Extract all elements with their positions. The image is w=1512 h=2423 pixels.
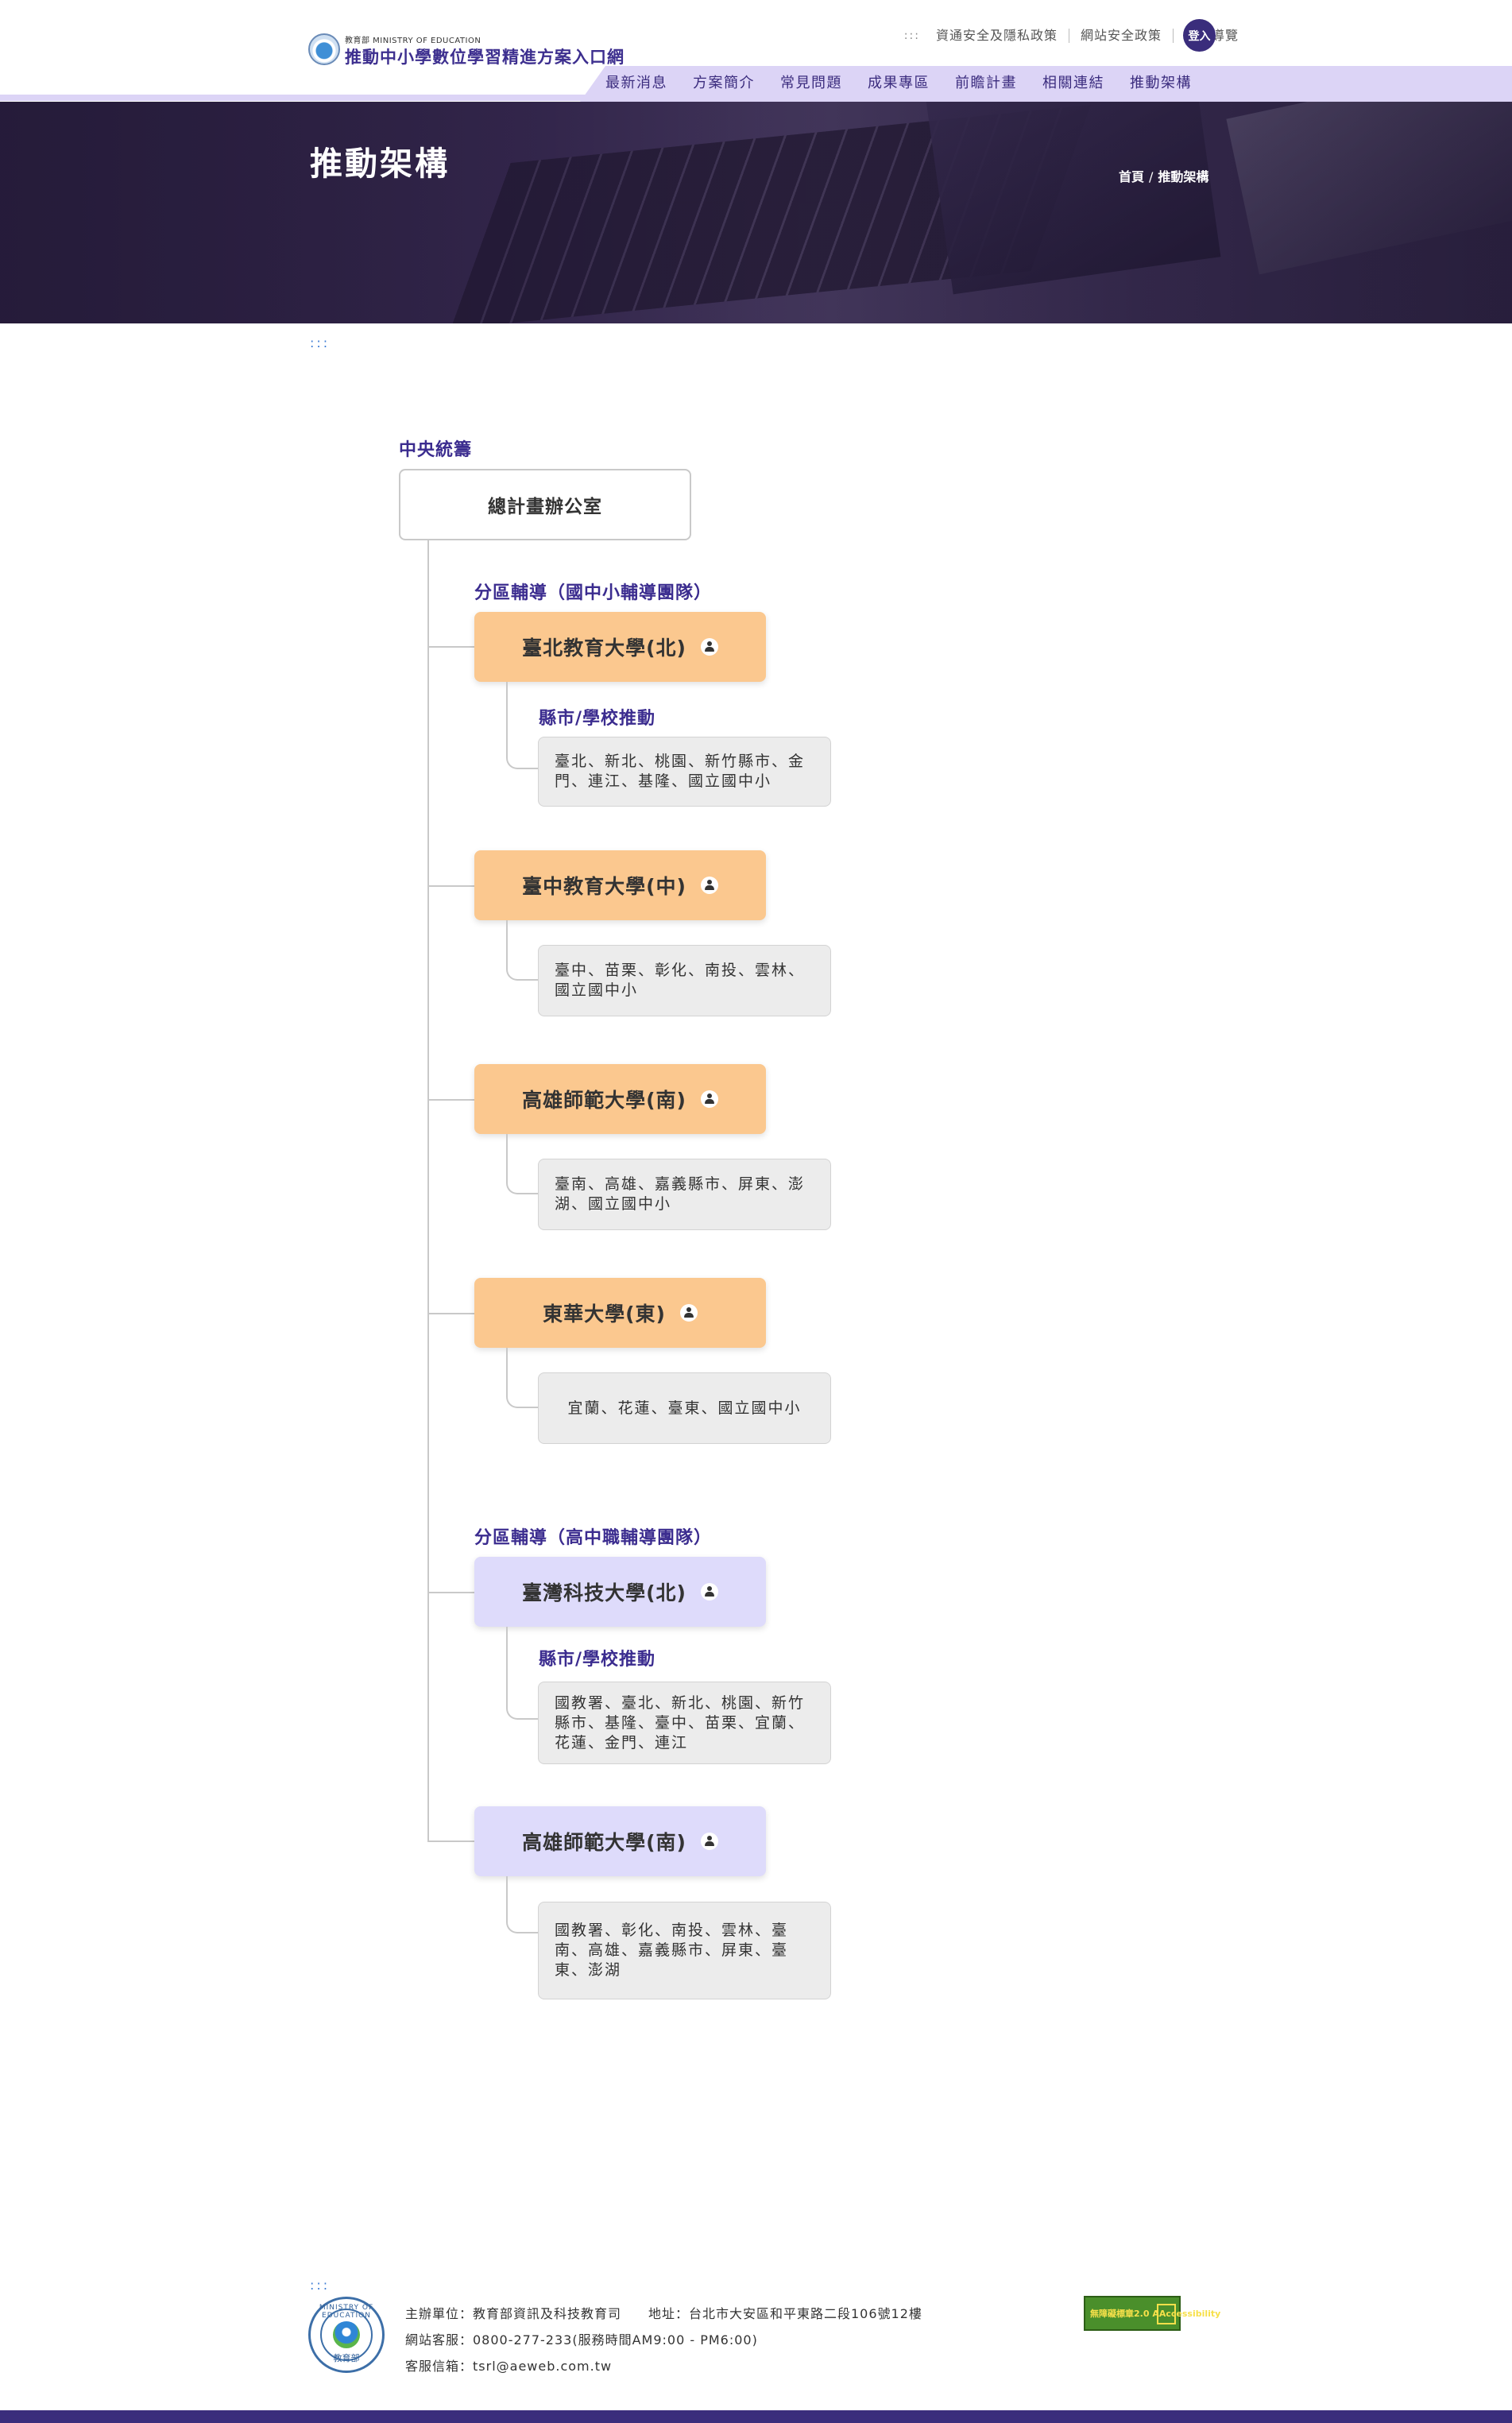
unit-ntcu-central: 臺中教育大學(中) (474, 850, 766, 920)
senior-group-label: 分區輔導（高中職輔導團隊） (474, 1528, 713, 1548)
person-icon (700, 1583, 718, 1600)
region-list-ndhu-east: 宜蘭、花蓮、臺東、國立國中小 (538, 1372, 831, 1444)
person-icon (700, 638, 718, 656)
seal-core (333, 2321, 360, 2348)
accessibility-badge-text: 無障礙標章2.0 AAccessibility (1090, 2308, 1221, 2319)
region-list-ntue-north: 臺北、新北、桃園、新竹縣市、金門、連江、基隆、國立國中小 (538, 737, 831, 807)
connector (427, 1099, 474, 1101)
footer-helpdesk-phone: 網站客服：0800-277-233(服務時間AM9:00 - PM6:00) (405, 2332, 758, 2348)
unit-name: 東華大學(東) (543, 1302, 666, 1326)
connector (506, 1348, 538, 1408)
accessibility-badge[interactable]: 無障礙標章2.0 AAccessibility (1084, 2296, 1220, 2331)
unit-ntue-north: 臺北教育大學(北) (474, 612, 766, 682)
connector (427, 1313, 474, 1314)
central-label: 中央統籌 (399, 440, 473, 460)
person-icon (679, 1304, 698, 1322)
region-list-ntust-north: 國教署、臺北、新北、桃園、新竹縣市、基隆、臺中、苗栗、宜蘭、花蓮、金門、連江 (538, 1682, 831, 1764)
accessibility-mark-icon (1157, 2304, 1176, 2324)
sub-label-county: 縣市/學校推動 (539, 1650, 656, 1670)
moe-seal-icon: MINISTRY OF EDUCATION 教育部 (308, 2297, 385, 2373)
person-icon (700, 1833, 718, 1850)
footer-organizer: 主辦單位：教育部資訊及科技教育司 地址：台北市大安區和平東路二段106號12樓 (405, 2306, 922, 2321)
connector (427, 646, 474, 648)
unit-name: 臺灣科技大學(北) (522, 1581, 686, 1604)
person-icon (700, 877, 718, 894)
connector (506, 1134, 538, 1194)
region-list-nknu-south-senior: 國教署、彰化、南投、雲林、臺南、高雄、嘉義縣市、屏東、臺東、澎湖 (538, 1902, 831, 1999)
footer-accesskey[interactable]: ::: (310, 2278, 330, 2293)
connector (506, 1876, 538, 1933)
trunk-line (427, 540, 429, 1841)
unit-name: 高雄師範大學(南) (522, 1831, 686, 1854)
unit-name: 臺北教育大學(北) (522, 637, 686, 660)
unit-ntust-north: 臺灣科技大學(北) (474, 1557, 766, 1627)
footer-bar (0, 2410, 1512, 2423)
connector (506, 920, 538, 981)
seal-bottom-text: 教育部 (333, 2353, 360, 2363)
k12-group-label: 分區輔導（國中小輔導團隊） (474, 583, 713, 603)
connector (427, 885, 474, 887)
unit-name: 臺中教育大學(中) (522, 875, 686, 898)
unit-nknu-south: 高雄師範大學(南) (474, 1064, 766, 1134)
connector (427, 1592, 474, 1593)
connector (506, 1627, 538, 1720)
unit-nknu-south-senior: 高雄師範大學(南) (474, 1806, 766, 1876)
person-icon (700, 1090, 718, 1108)
hq-office-box: 總計畫辦公室 (399, 469, 691, 540)
org-chart: 中央統籌 總計畫辦公室 分區輔導（國中小輔導團隊） 臺北教育大學(北) 縣市/學… (0, 0, 1512, 2066)
footer-helpdesk-email[interactable]: 客服信箱：tsrl@aeweb.com.tw (405, 2355, 612, 2375)
region-list-nknu-south: 臺南、高雄、嘉義縣市、屏東、澎湖、國立國中小 (538, 1159, 831, 1230)
unit-ndhu-east: 東華大學(東) (474, 1278, 766, 1348)
sub-label-county: 縣市/學校推動 (539, 709, 656, 729)
region-list-ntcu-central: 臺中、苗栗、彰化、南投、雲林、國立國中小 (538, 945, 831, 1016)
connector (506, 682, 538, 769)
unit-name: 高雄師範大學(南) (522, 1089, 686, 1112)
connector (427, 1840, 474, 1842)
